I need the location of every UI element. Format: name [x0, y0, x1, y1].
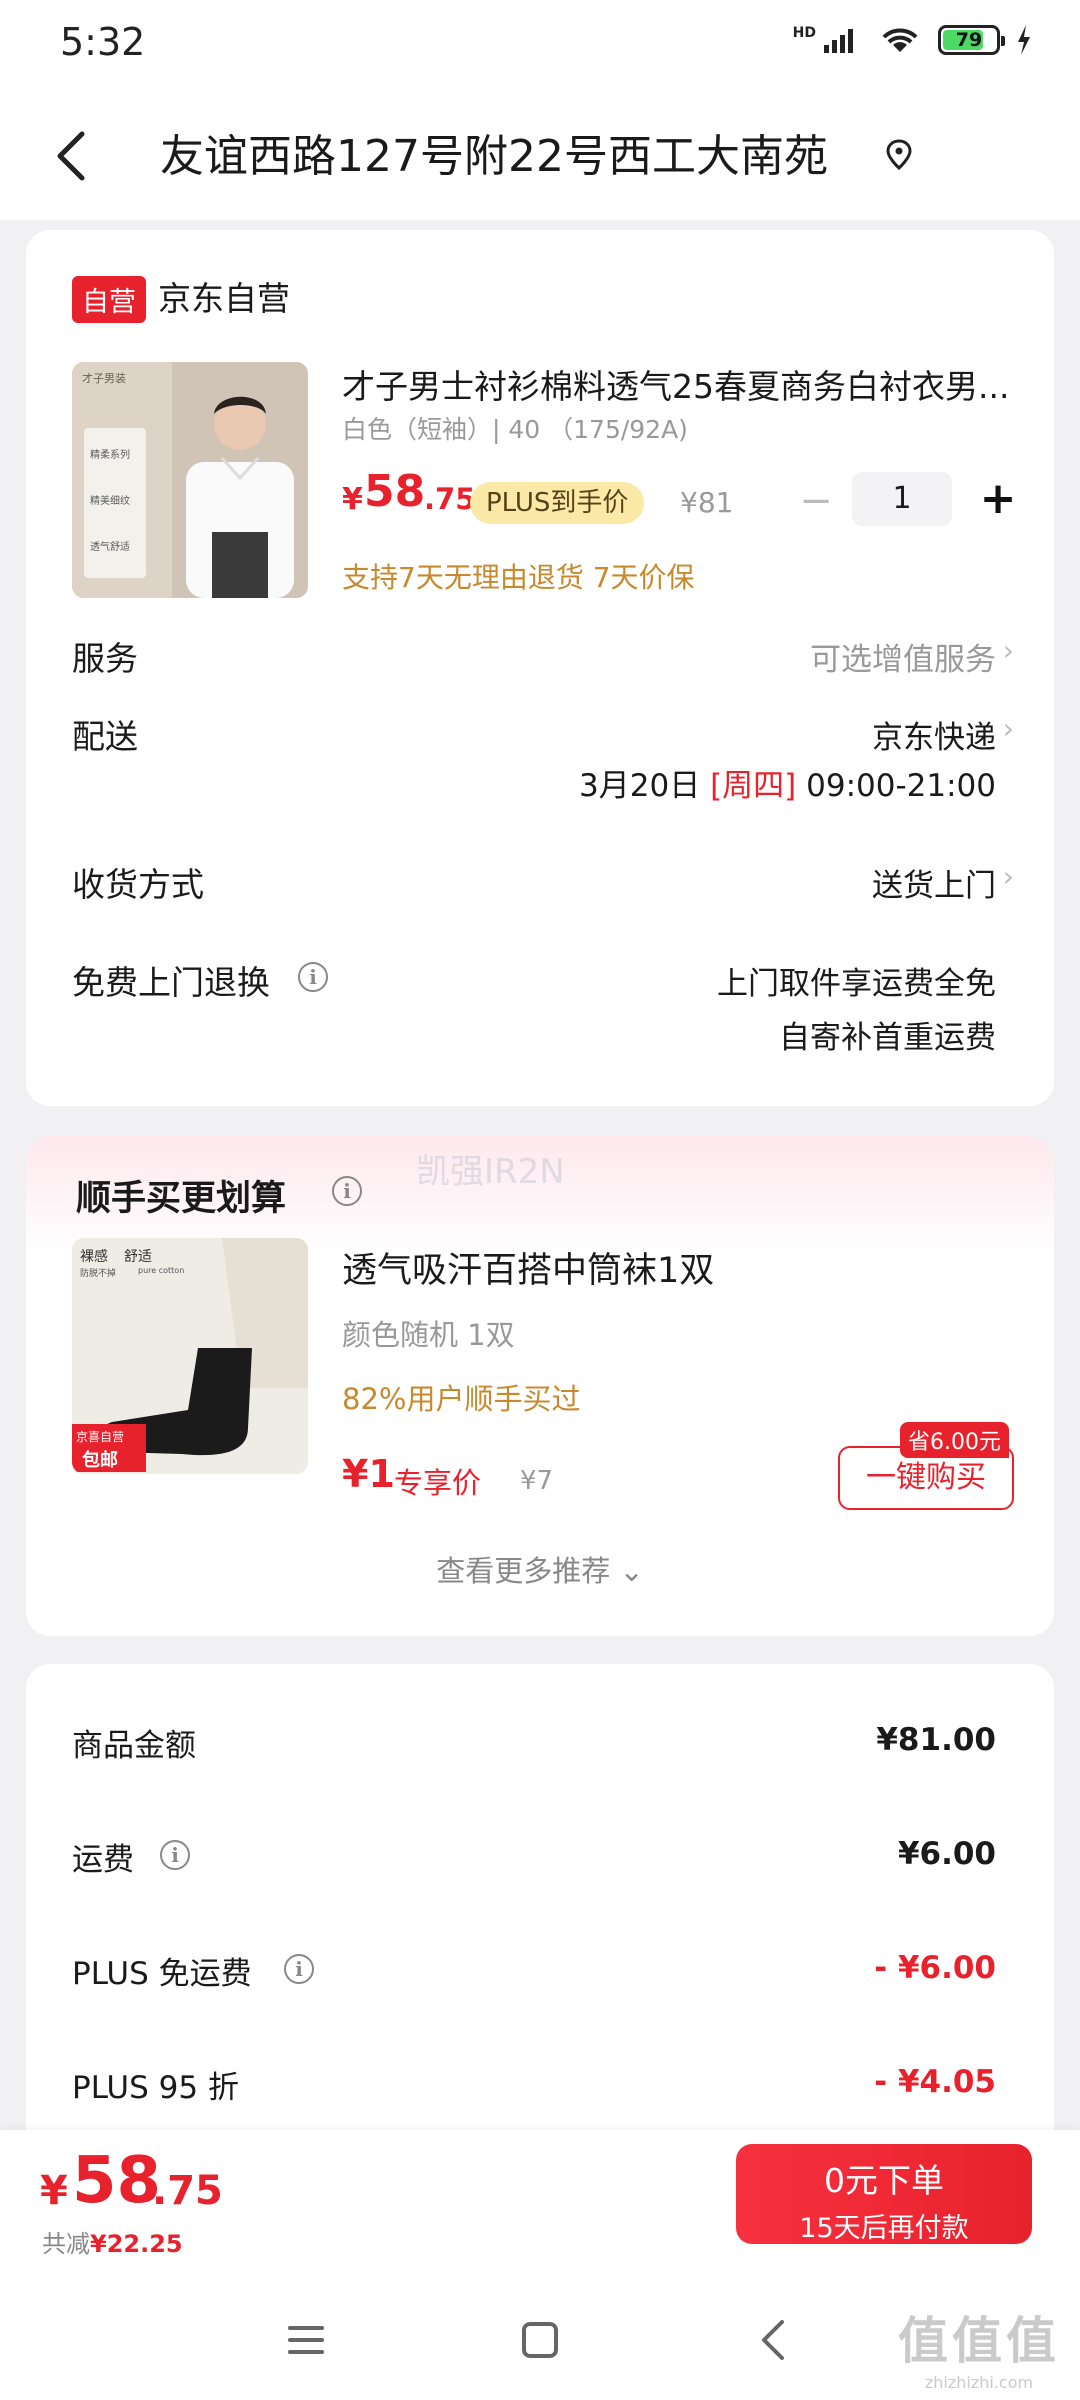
summary-label-shipping: 运费: [72, 1842, 134, 1878]
corner-watermark-text: 值值值: [898, 2312, 1060, 2370]
total-saved: 共减¥22.25: [42, 2224, 183, 2259]
quantity-increase-button[interactable]: +: [976, 474, 1020, 524]
address-title[interactable]: 友谊西路127号附22号西工大南苑: [160, 120, 828, 184]
save-amount-badge: 省6.00元: [900, 1422, 1009, 1458]
place-order-line2: 15天后再付款: [799, 2213, 969, 2244]
sock-bought-note: 82%用户顺手买过: [342, 1382, 581, 1416]
delivery-value[interactable]: 京东快递: [872, 712, 996, 757]
watermark-text: 凯强IR2N: [416, 1152, 565, 1192]
total-integer: 58: [72, 2144, 162, 2218]
product-image-label-1: 精柔系列: [90, 450, 130, 461]
receive-method-value[interactable]: 送货上门: [872, 860, 996, 905]
product-image[interactable]: 才子男装 精柔系列 精美细纹 透气舒适: [72, 362, 308, 598]
product-title[interactable]: 才子男士衬衫棉料透气25春夏商务白衬衣男...: [342, 360, 1014, 408]
location-pin-icon[interactable]: [884, 138, 914, 172]
product-image-label-3: 透气舒适: [90, 542, 130, 553]
summary-value-subtotal: ¥81.00: [876, 1722, 996, 1758]
shipping-info-icon[interactable]: i: [160, 1840, 190, 1870]
system-navigation-bar: 值值值 zhizhizhi.com: [0, 2280, 1080, 2400]
service-chevron-icon[interactable]: ›: [1003, 634, 1014, 667]
sock-exclusive-label: 专享价: [394, 1466, 482, 1500]
sock-image-label-4: pure cotton: [138, 1266, 185, 1275]
page-header: 友谊西路127号附22号西工大南苑: [0, 90, 1080, 220]
plus-price-tag: PLUS到手价: [470, 482, 645, 524]
free-return-info-icon[interactable]: i: [298, 962, 328, 992]
price-integer: 58: [364, 466, 426, 517]
status-icons: HD 79: [793, 24, 1032, 56]
corner-watermark-site: zhizhizhi.com: [924, 2373, 1034, 2392]
summary-value-plus-free-shipping: - ¥6.00: [874, 1950, 996, 1986]
status-bar: 5:32 HD 79: [0, 0, 1080, 90]
sock-title[interactable]: 透气吸汗百搭中筒袜1双: [342, 1242, 714, 1293]
summary-label-plus-discount: PLUS 95 折: [72, 2070, 239, 2106]
home-square-icon[interactable]: [510, 2310, 570, 2370]
sock-image-label-2: 舒适: [124, 1249, 152, 1265]
back-arrow-icon[interactable]: [50, 128, 94, 184]
summary-label-plus-free-shipping: PLUS 免运费: [72, 1956, 252, 1992]
sock-image-label-6: 包邮: [82, 1450, 118, 1471]
battery-icon: 79: [938, 25, 1005, 55]
addon-info-icon[interactable]: i: [332, 1176, 362, 1206]
nav-back-icon[interactable]: [744, 2310, 804, 2370]
corner-watermark: 值值值 zhizhizhi.com: [898, 2301, 1060, 2392]
price-decimal: .75: [424, 482, 476, 516]
sock-product-image[interactable]: 裸感 舒适 防脱不掉 pure cotton 京喜自营 包邮: [72, 1238, 308, 1474]
receive-method-chevron-icon[interactable]: ›: [1003, 860, 1014, 893]
delivery-label: 配送: [72, 717, 138, 756]
free-return-line1: 上门取件享运费全免: [717, 966, 996, 1002]
addon-recommendation-card: 凯强IR2N 顺手买更划算 i 裸感 舒适 防脱不掉 pure cotton 京…: [26, 1136, 1054, 1636]
delivery-date: 3月20日: [579, 768, 701, 804]
service-label: 服务: [72, 639, 138, 678]
battery-level: 79: [955, 29, 983, 51]
delivery-date-time[interactable]: 3月20日 [周四] 09:00-21:00: [579, 760, 996, 805]
place-order-line1: 0元下单: [824, 2161, 944, 2200]
free-return-label: 免费上门退换: [72, 963, 270, 1002]
more-recommendations-link[interactable]: 查看更多推荐 ⌄: [26, 1548, 1054, 1590]
summary-value-shipping: ¥6.00: [897, 1836, 996, 1872]
original-price: ¥81: [680, 486, 734, 519]
place-order-button[interactable]: 0元下单 15天后再付款: [736, 2144, 1032, 2244]
self-operated-badge: 自营: [72, 276, 146, 323]
signal-icon: [824, 29, 853, 53]
network-type-label: HD: [792, 25, 816, 41]
product-image-label-2: 精美细纹: [90, 496, 130, 507]
plus-free-shipping-info-icon[interactable]: i: [284, 1954, 314, 1984]
sock-price: ¥1: [342, 1452, 395, 1496]
delivery-time: 09:00-21:00: [806, 768, 996, 804]
product-spec[interactable]: 白色（短袖）| 40 （175/92A): [342, 410, 688, 446]
checkout-bar: ¥ 58 .75 共减¥22.25 0元下单 15天后再付款: [0, 2130, 1080, 2280]
sock-spec: 颜色随机 1双: [342, 1318, 515, 1352]
product-image-brand: 才子男装: [82, 372, 126, 385]
summary-value-plus-discount: - ¥4.05: [874, 2064, 996, 2100]
free-return-line2: 自寄补首重运费: [779, 1020, 996, 1056]
sock-original-price: ¥7: [520, 1466, 554, 1496]
order-item-card: 自营 京东自营 才子男装 精柔系列 精美细纹 透气舒适 才子男士衬衫棉料透气25…: [26, 230, 1054, 1106]
addon-section-title: 顺手买更划算: [76, 1179, 287, 1219]
menu-icon[interactable]: [276, 2310, 336, 2370]
total-currency: ¥: [40, 2168, 68, 2214]
service-value[interactable]: 可选增值服务: [810, 634, 996, 679]
status-time: 5:32: [60, 20, 146, 64]
sock-image-label-1: 裸感: [80, 1249, 108, 1265]
sock-image-label-5: 京喜自营: [76, 1430, 125, 1444]
summary-label-subtotal: 商品金额: [72, 1728, 196, 1764]
return-policy-note: 支持7天无理由退货 7天价保: [342, 561, 695, 594]
saved-label: 共减: [42, 2230, 90, 2258]
total-decimal: .75: [152, 2168, 223, 2214]
delivery-chevron-icon[interactable]: ›: [1003, 712, 1014, 745]
quantity-decrease-button[interactable]: −: [796, 476, 836, 526]
charging-icon: [1018, 25, 1030, 55]
quantity-input[interactable]: 1: [852, 472, 952, 526]
delivery-weekday: [周四]: [710, 768, 797, 804]
wifi-icon: [882, 28, 918, 52]
sock-image-label-3: 防脱不掉: [80, 1269, 117, 1279]
shop-name: 京东自营: [158, 279, 290, 318]
receive-method-label: 收货方式: [72, 865, 204, 904]
price-currency: ¥: [342, 482, 363, 517]
saved-value: ¥22.25: [90, 2230, 183, 2258]
